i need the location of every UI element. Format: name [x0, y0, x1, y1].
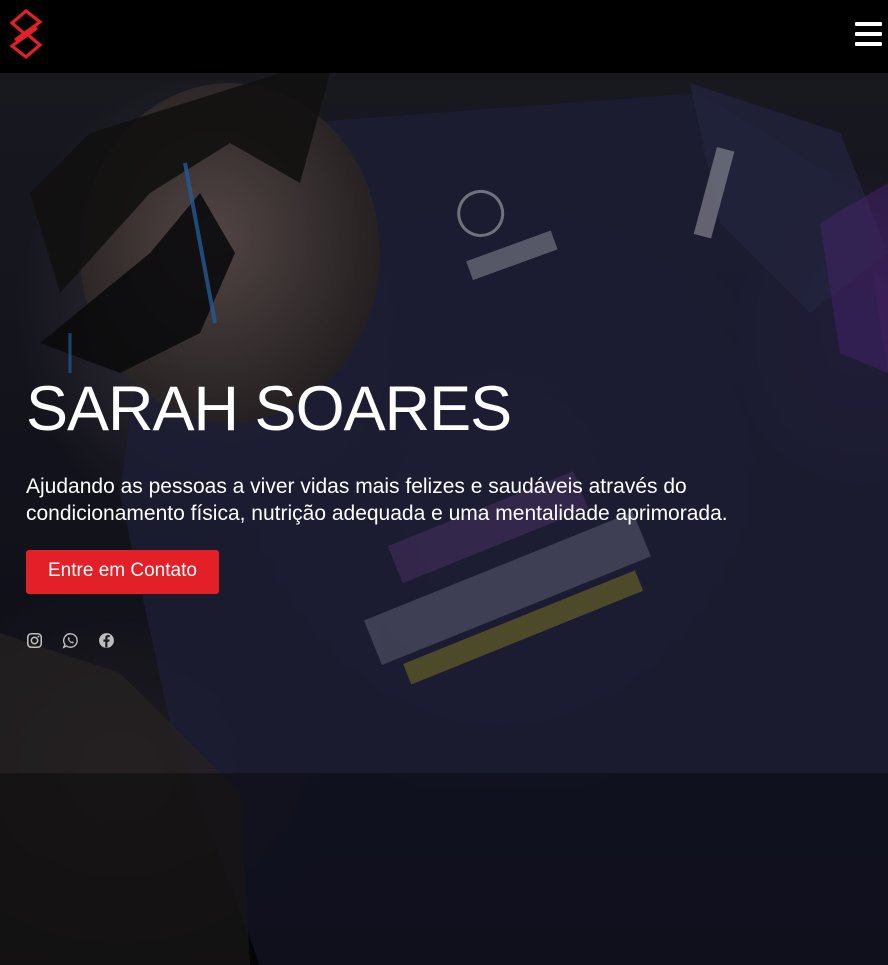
diamond-s-logo-icon[interactable]	[9, 9, 43, 59]
hero-content: SARAH SOARES Ajudando as pessoas a viver…	[26, 374, 826, 649]
hero-section: SARAH SOARES Ajudando as pessoas a viver…	[0, 73, 888, 965]
hero-subtitle: Ajudando as pessoas a viver vidas mais f…	[26, 475, 728, 525]
hamburger-menu-icon[interactable]	[855, 22, 882, 46]
whatsapp-icon[interactable]	[62, 632, 79, 649]
hero-title: SARAH SOARES	[26, 374, 512, 444]
facebook-icon[interactable]	[98, 632, 115, 649]
contact-button[interactable]: Entre em Contato	[26, 550, 219, 594]
top-navbar	[0, 0, 888, 73]
social-links	[26, 632, 826, 649]
instagram-icon[interactable]	[26, 632, 43, 649]
